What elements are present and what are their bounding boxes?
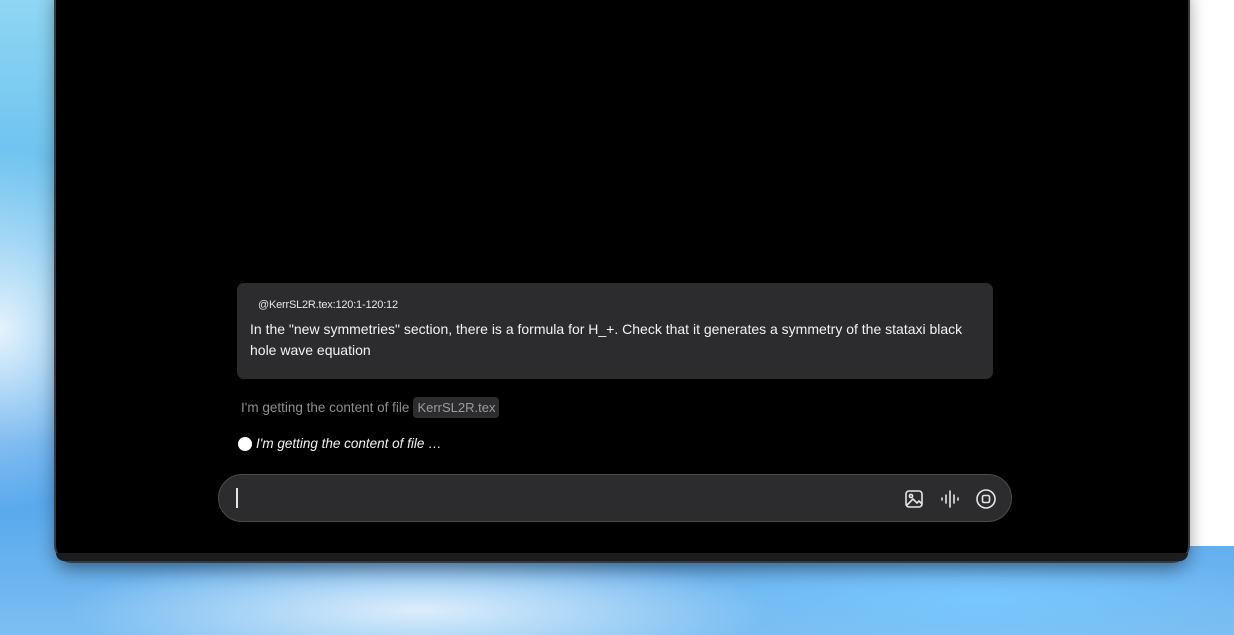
message-text: In the "new symmetries" section, there i…: [250, 321, 963, 358]
chat-input[interactable]: [233, 484, 873, 512]
image-icon[interactable]: [902, 487, 926, 511]
file-reference[interactable]: @KerrSL2R.tex:120:1-120:12: [258, 299, 980, 311]
chat-input-bar: [218, 474, 1012, 522]
user-message: @KerrSL2R.tex:120:1-120:12 In the "new s…: [237, 283, 993, 379]
progress-text: I'm getting the content of file …: [256, 436, 442, 451]
file-chip[interactable]: KerrSL2R.tex: [413, 397, 500, 418]
voice-waveform-icon[interactable]: [938, 487, 962, 511]
loading-dot-icon: [238, 436, 252, 451]
stop-icon[interactable]: [974, 487, 998, 511]
chat-window: @KerrSL2R.tex:120:1-120:12 In the "new s…: [56, 0, 1188, 561]
status-text: I'm getting the content of file: [241, 400, 410, 415]
progress-indicator: I'm getting the content of file …: [238, 436, 442, 451]
text-caret: [236, 488, 238, 508]
tool-status: I'm getting the content of file KerrSL2R…: [241, 397, 500, 418]
